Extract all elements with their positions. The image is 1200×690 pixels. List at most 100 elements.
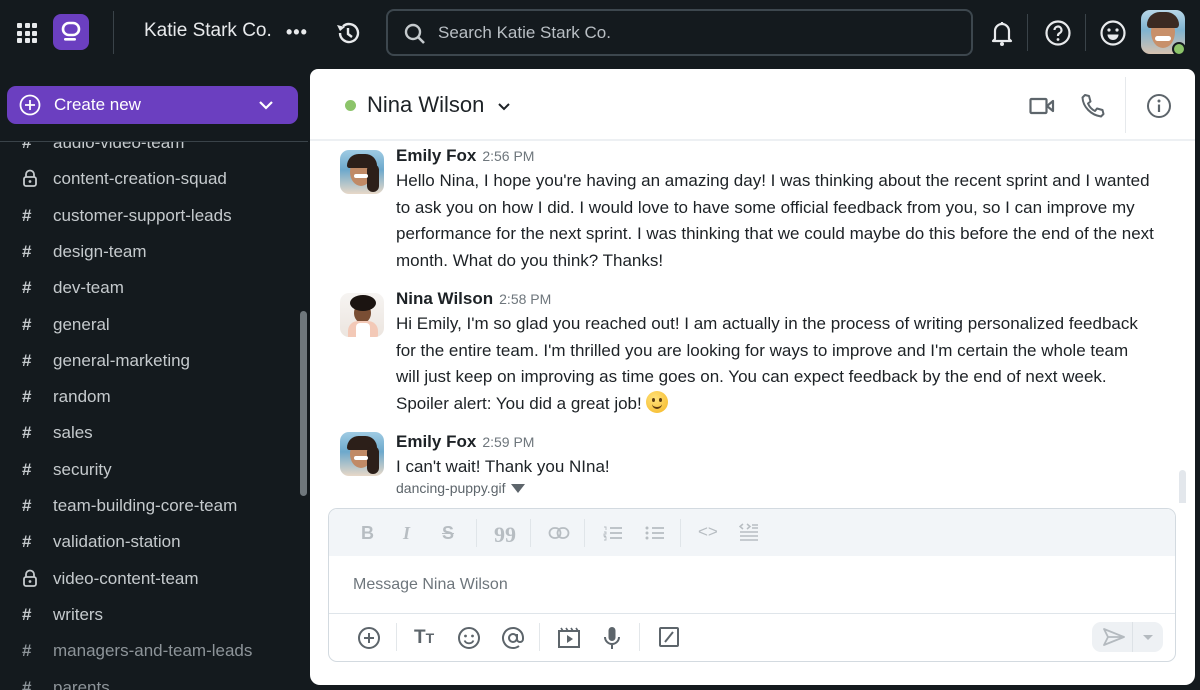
sidebar-channel-item[interactable]: # team-building-core-team	[0, 489, 300, 525]
numbered-list-icon[interactable]	[603, 525, 623, 541]
sidebar-channel-item[interactable]: # sales	[0, 416, 300, 452]
message-scrollbar[interactable]	[1179, 470, 1186, 503]
chevron-down-icon[interactable]	[258, 97, 274, 113]
sidebar-channel-item[interactable]: # random	[0, 380, 300, 416]
code-icon[interactable]: <>	[698, 522, 718, 542]
channel-title[interactable]: Nina Wilson	[367, 92, 484, 118]
author-name[interactable]: Nina Wilson	[396, 289, 493, 308]
mention-at-icon[interactable]	[501, 626, 525, 650]
divider	[329, 613, 1175, 614]
code-block-icon[interactable]	[739, 522, 759, 542]
microphone-icon[interactable]	[602, 626, 622, 650]
author-avatar[interactable]	[340, 432, 384, 476]
emoji-picker-icon[interactable]	[457, 626, 481, 650]
channel-name: design-team	[53, 241, 147, 261]
top-bar: Katie Stark Co. •••	[0, 0, 1200, 66]
sidebar-channel-item[interactable]: # managers-and-team-leads	[0, 634, 300, 670]
divider	[584, 519, 585, 547]
message-author[interactable]: Nina Wilson 2:58 PM	[396, 289, 551, 309]
sidebar-channel-item[interactable]: # parents	[0, 671, 300, 690]
message-author[interactable]: Emily Fox 2:56 PM	[396, 146, 534, 166]
message-timestamp[interactable]: 2:56 PM	[482, 148, 534, 164]
lock-icon	[22, 569, 40, 589]
hash-channel-icon: #	[22, 604, 32, 624]
presence-indicator	[345, 100, 356, 111]
attachment-name[interactable]: dancing-puppy.gif	[396, 480, 505, 496]
more-options-icon[interactable]: •••	[286, 22, 308, 43]
bulleted-list-icon[interactable]	[645, 525, 665, 541]
message-text: I can't wait! Thank you NIna!	[396, 457, 610, 476]
slightly-smiling-face-emoji-icon	[645, 390, 668, 413]
send-button-group	[1092, 622, 1163, 652]
caret-down-icon[interactable]	[511, 484, 526, 493]
search-input[interactable]	[438, 21, 938, 45]
sidebar-channel-item[interactable]: # audio-video-team	[0, 142, 300, 162]
divider	[530, 519, 531, 547]
sidebar-channel-item[interactable]: content-creation-squad	[0, 162, 300, 198]
channel-name: sales	[53, 423, 93, 443]
video-call-icon[interactable]	[1029, 96, 1055, 121]
channel-name: video-content-team	[53, 568, 199, 588]
sidebar-scrollbar[interactable]	[300, 311, 307, 496]
workspace-name[interactable]: Katie Stark Co.	[144, 20, 272, 42]
divider	[1085, 14, 1086, 51]
video-clip-icon[interactable]	[557, 626, 581, 650]
product-menu-grid-icon[interactable]	[17, 23, 37, 43]
message-text-content: Hi Emily, I'm so glad you reached out! I…	[396, 314, 1138, 413]
sidebar-channel-item[interactable]: # design-team	[0, 235, 300, 271]
slash-command-icon[interactable]	[658, 626, 680, 648]
hash-channel-icon: #	[22, 496, 32, 515]
info-icon[interactable]	[1146, 93, 1172, 124]
phone-call-icon[interactable]	[1081, 93, 1105, 124]
sidebar-channel-item[interactable]: # security	[0, 453, 300, 489]
bold-icon[interactable]: B	[361, 523, 374, 544]
help-icon[interactable]	[1044, 19, 1072, 52]
search-bar[interactable]	[386, 9, 973, 56]
search-icon	[404, 23, 425, 44]
channel-name: validation-station	[53, 532, 181, 552]
create-new-button[interactable]: Create new	[7, 86, 298, 124]
channel-name: random	[53, 387, 111, 407]
strikethrough-icon[interactable]: S	[442, 523, 454, 544]
channel-name: security	[53, 459, 112, 479]
link-icon[interactable]	[548, 526, 570, 540]
channel-name: dev-team	[53, 278, 124, 298]
notifications-bell-icon[interactable]	[989, 19, 1015, 52]
author-avatar[interactable]	[340, 293, 384, 337]
sidebar-channel-item[interactable]: # dev-team	[0, 271, 300, 307]
hash-channel-icon: #	[22, 641, 32, 661]
sidebar-channel-item[interactable]: # writers	[0, 598, 300, 634]
message-timestamp[interactable]: 2:59 PM	[482, 434, 534, 450]
text-formatting-icon[interactable]: TT	[414, 627, 434, 649]
quote-icon[interactable]: 99	[494, 522, 516, 548]
sidebar-channel-item[interactable]: # customer-support-leads	[0, 199, 300, 235]
hash-channel-icon: #	[22, 532, 32, 552]
message-author[interactable]: Emily Fox 2:59 PM	[396, 432, 534, 452]
author-avatar[interactable]	[340, 150, 384, 194]
chevron-down-icon[interactable]	[497, 101, 511, 113]
status-emoji-icon[interactable]	[1099, 19, 1127, 52]
author-name[interactable]: Emily Fox	[396, 146, 476, 165]
sidebar-channel-item[interactable]: # general	[0, 308, 300, 344]
message: Nina Wilson 2:58 PM Hi Emily, I'm so glad…	[310, 289, 1170, 419]
sidebar-channel-item[interactable]: # general-marketing	[0, 344, 300, 380]
author-name[interactable]: Emily Fox	[396, 432, 476, 451]
channel-name: general-marketing	[53, 350, 191, 370]
send-options-caret-icon[interactable]	[1142, 634, 1154, 641]
message-timestamp[interactable]: 2:58 PM	[499, 291, 551, 307]
hash-channel-icon: #	[22, 205, 32, 225]
sidebar-channel-item[interactable]: video-content-team	[0, 562, 300, 598]
italic-icon[interactable]: I	[403, 523, 410, 544]
sidebar-channel-item[interactable]: # validation-station	[0, 525, 300, 561]
add-attachment-plus-icon[interactable]	[357, 626, 381, 650]
message-composer: B I S 99 <> TT	[328, 508, 1176, 662]
send-icon[interactable]	[1102, 627, 1126, 647]
message: Emily Fox 2:59 PM I can't wait! Thank you…	[310, 432, 1170, 502]
divider	[113, 11, 114, 54]
history-icon[interactable]	[334, 19, 362, 52]
online-status-indicator	[1172, 42, 1186, 56]
message-input[interactable]	[353, 573, 1133, 597]
hash-channel-icon: #	[22, 350, 32, 370]
app-logo[interactable]	[53, 14, 89, 50]
attachment-toggle[interactable]: dancing-puppy.gif	[396, 480, 526, 496]
